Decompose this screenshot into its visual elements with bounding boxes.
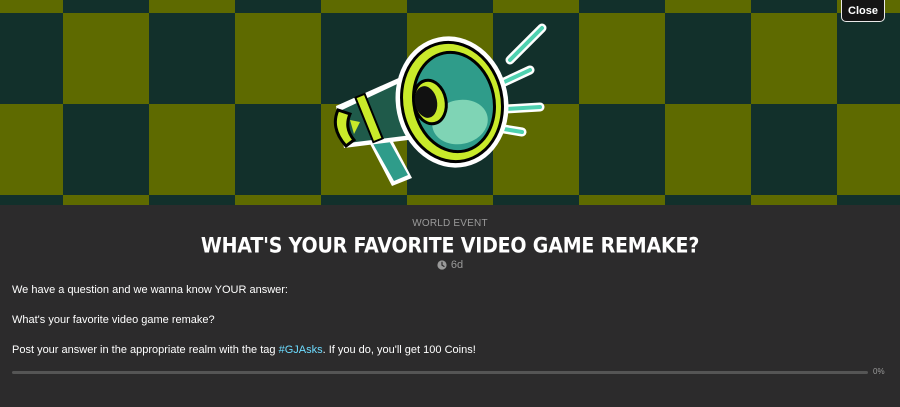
gjasks-tag-link[interactable]: #GJAsks	[279, 344, 323, 356]
event-instructions: Post your answer in the appropriate real…	[12, 344, 476, 356]
event-title: WHAT'S YOUR FAVORITE VIDEO GAME REMAKE?	[200, 234, 700, 259]
event-kind-label: WORLD EVENT	[412, 218, 488, 229]
event-time: 6d	[0, 259, 900, 271]
event-details: WORLD EVENT WHAT'S YOUR FAVORITE VIDEO G…	[0, 205, 900, 407]
event-time-ago: 6d	[450, 259, 464, 271]
event-question: What's your favorite video game remake?	[12, 314, 215, 326]
event-description-line: We have a question and we wanna know YOU…	[12, 284, 288, 296]
close-button[interactable]: Close	[841, 0, 885, 22]
instructions-text: Post your answer in the appropriate real…	[12, 344, 279, 356]
event-progress-bar	[12, 371, 868, 374]
event-progress-label: 0%	[873, 367, 885, 376]
instructions-reward-text: . If you do, you'll get 100 Coins!	[322, 344, 476, 356]
megaphone-icon	[333, 23, 547, 186]
clock-icon	[437, 260, 447, 270]
event-banner	[0, 0, 900, 205]
